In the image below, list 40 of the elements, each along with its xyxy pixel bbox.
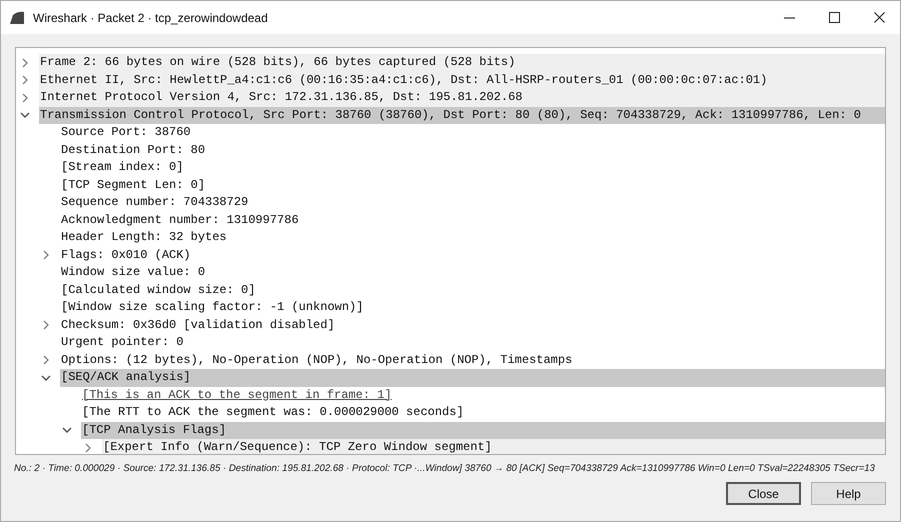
tree-item[interactable]: Flags: 0x010 (ACK) bbox=[60, 246, 885, 264]
tree-item[interactable]: [SEQ/ACK analysis] bbox=[60, 369, 885, 386]
tree-item[interactable]: Window size value: 0 bbox=[60, 264, 885, 282]
chevron-down-icon[interactable] bbox=[41, 372, 51, 383]
maximize-icon[interactable] bbox=[829, 12, 840, 23]
close-icon[interactable] bbox=[874, 12, 885, 23]
tree-item[interactable]: Acknowledgment number: 1310997786 bbox=[60, 212, 885, 229]
window-title: Wireshark · Packet 2 · tcp_zerowindowdead bbox=[33, 10, 269, 24]
chevron-right-icon[interactable] bbox=[20, 92, 30, 103]
close-button[interactable]: Close bbox=[726, 482, 801, 505]
tree-item[interactable]: Internet Protocol Version 4, Src: 172.31.136.85, Dst: 195.81.202.68 bbox=[39, 89, 885, 106]
fin-icon bbox=[9, 10, 25, 24]
tree-item[interactable]: Source Port: 38760 bbox=[60, 124, 885, 142]
tree-item[interactable]: [Calculated window size: 0] bbox=[60, 282, 885, 299]
chevron-down-icon[interactable] bbox=[62, 425, 72, 436]
frame-link[interactable]: [This is an ACK to the segment in frame: 1] bbox=[81, 386, 392, 404]
tree-item[interactable]: Ethernet II, Src: HewlettP_a4:c1:c6 (00:16:35:a4:c1:c6), Dst: All-HSRP-routers_01 (00:00:0c:07:ac:01) bbox=[39, 72, 885, 89]
tree-item[interactable]: [Stream index: 0] bbox=[60, 159, 885, 176]
chevron-down-icon[interactable] bbox=[20, 110, 30, 120]
chevron-right-icon[interactable] bbox=[83, 442, 93, 453]
tree-item[interactable]: [Window size scaling factor: -1 (unknown)] bbox=[60, 299, 885, 316]
chevron-right-icon[interactable] bbox=[41, 250, 51, 260]
tree-item[interactable]: Frame 2: 66 bytes on wire (528 bits), 66 bytes captured (528 bits) bbox=[39, 54, 885, 72]
tree-item[interactable]: Transmission Control Protocol, Src Port: 38760 (38760), Dst Port: 80 (80), Seq: 704338729, Ack: 1310997786, Len: 0 bbox=[39, 106, 885, 124]
tree-item[interactable]: Urgent pointer: 0 bbox=[60, 334, 885, 352]
tree-item[interactable]: Header Length: 32 bytes bbox=[60, 229, 885, 246]
tree-item[interactable]: Checksum: 0x36d0 [validation disabled] bbox=[60, 316, 885, 334]
help-button[interactable]: Help bbox=[811, 482, 886, 505]
tree-item[interactable]: Destination Port: 80 bbox=[60, 142, 885, 159]
tree-item[interactable]: [The RTT to ACK the segment was: 0.000029000 seconds] bbox=[81, 404, 885, 422]
tree-item[interactable]: [TCP Analysis Flags] bbox=[81, 422, 885, 439]
tree-item[interactable]: [Expert Info (Warn/Sequence): TCP Zero Window segment] bbox=[102, 439, 885, 454]
chevron-right-icon[interactable] bbox=[41, 355, 51, 366]
chevron-right-icon[interactable] bbox=[20, 58, 30, 68]
chevron-right-icon[interactable] bbox=[20, 75, 30, 86]
tree-item[interactable]: [TCP Segment Len: 0] bbox=[60, 176, 885, 194]
tree-item[interactable]: Options: (12 bytes), No-Operation (NOP), No-Operation (NOP), Timestamps bbox=[60, 352, 885, 369]
tree-item[interactable]: Sequence number: 704338729 bbox=[60, 194, 885, 212]
chevron-right-icon[interactable] bbox=[41, 320, 51, 330]
packet-summary: No.: 2 · Time: 0.000029 · Source: 172.31.136.85 · Destination: 195.81.202.68 · Protocol: TCP ·...Window] 38760 → 80 [ACK] Seq=704338729 Ack=1310997786 Win=0 Len=0 TSval=22248305 TSecr=13 bbox=[13, 462, 876, 474]
